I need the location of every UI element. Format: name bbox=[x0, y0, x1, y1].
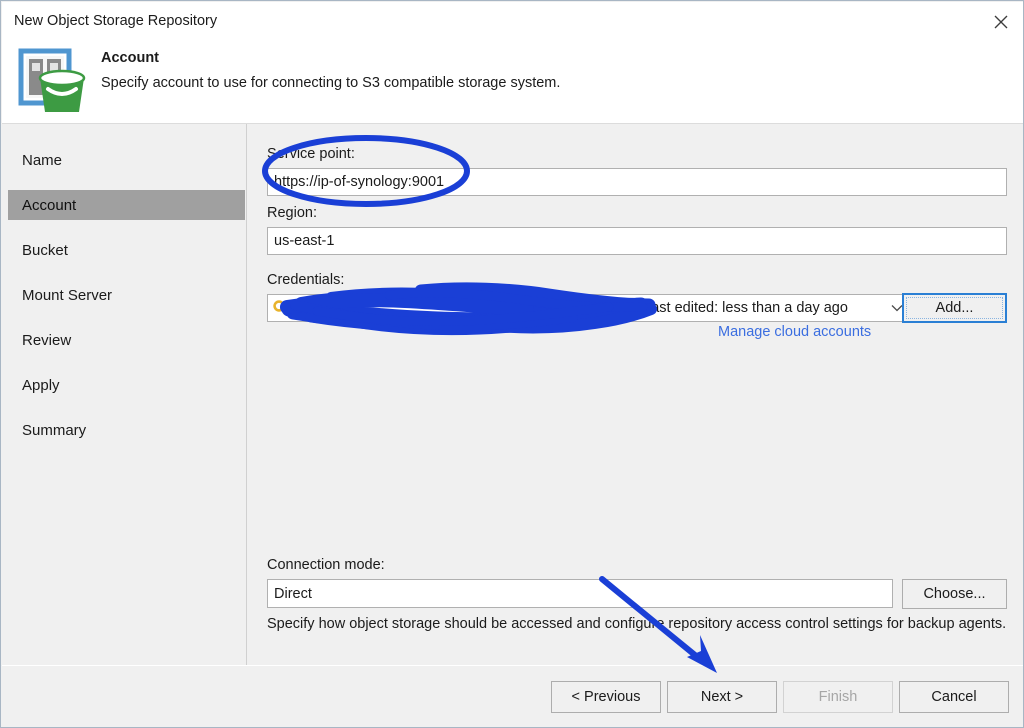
add-credentials-label: Add... bbox=[936, 300, 974, 316]
window-title: New Object Storage Repository bbox=[14, 13, 217, 29]
connection-mode-field[interactable]: Direct bbox=[267, 579, 893, 608]
sidebar-item-label: Mount Server bbox=[22, 287, 112, 304]
sidebar-item-label: Account bbox=[22, 197, 76, 214]
next-button-label: Next > bbox=[701, 689, 743, 705]
connection-mode-label: Connection mode: bbox=[267, 557, 385, 573]
sidebar-item-name[interactable]: Name bbox=[8, 145, 245, 175]
choose-button-label: Choose... bbox=[923, 586, 985, 602]
cancel-button[interactable]: Cancel bbox=[899, 681, 1009, 713]
add-credentials-button[interactable]: Add... bbox=[902, 293, 1007, 323]
account-form: Service point: https://ip-of-synology:90… bbox=[248, 124, 1024, 665]
dialog-footer: < Previous Next > Finish Cancel bbox=[2, 665, 1024, 728]
dialog-body: Name Account Bucket Mount Server Review … bbox=[2, 123, 1024, 664]
sidebar-item-review[interactable]: Review bbox=[8, 325, 245, 355]
page-subtitle: Specify account to use for connecting to… bbox=[101, 75, 560, 91]
connection-mode-help-line1: Specify how object storage should be acc… bbox=[267, 616, 904, 632]
object-storage-bucket-icon bbox=[12, 45, 88, 117]
sidebar-item-account[interactable]: Account bbox=[8, 190, 245, 220]
region-label: Region: bbox=[267, 205, 317, 221]
close-icon bbox=[994, 15, 1008, 29]
region-field[interactable]: us-east-1 bbox=[267, 227, 1007, 255]
finish-button-label: Finish bbox=[819, 689, 858, 705]
page-title: Account bbox=[101, 50, 159, 66]
choose-connection-mode-button[interactable]: Choose... bbox=[902, 579, 1007, 609]
sidebar-item-summary[interactable]: Summary bbox=[8, 415, 245, 445]
connection-mode-help-line2: backup agents. bbox=[908, 616, 1006, 632]
wizard-steps-sidebar: Name Account Bucket Mount Server Review … bbox=[2, 124, 247, 665]
sidebar-item-label: Name bbox=[22, 152, 62, 169]
sidebar-item-mount-server[interactable]: Mount Server bbox=[8, 280, 245, 310]
next-button[interactable]: Next > bbox=[667, 681, 777, 713]
sidebar-item-label: Bucket bbox=[22, 242, 68, 259]
cancel-button-label: Cancel bbox=[931, 689, 976, 705]
sidebar-item-label: Apply bbox=[22, 377, 60, 394]
title-bar: New Object Storage Repository bbox=[2, 2, 1024, 42]
sidebar-item-bucket[interactable]: Bucket bbox=[8, 235, 245, 265]
service-point-label: Service point: bbox=[267, 146, 355, 162]
dialog-header: Account Specify account to use for conne… bbox=[2, 42, 1024, 123]
credentials-combobox[interactable]: last edited: less than a day ago bbox=[267, 294, 910, 322]
sidebar-item-label: Review bbox=[22, 332, 71, 349]
previous-button-label: < Previous bbox=[572, 689, 641, 705]
close-button[interactable] bbox=[978, 2, 1024, 41]
sidebar-item-label: Summary bbox=[22, 422, 86, 439]
connection-mode-help: Specify how object storage should be acc… bbox=[267, 614, 1007, 635]
previous-button[interactable]: < Previous bbox=[551, 681, 661, 713]
finish-button: Finish bbox=[783, 681, 893, 713]
credentials-last-edited: last edited: less than a day ago bbox=[648, 300, 848, 316]
sidebar-item-apply[interactable]: Apply bbox=[8, 370, 245, 400]
service-point-field[interactable]: https://ip-of-synology:9001 bbox=[267, 168, 1007, 196]
key-icon bbox=[273, 299, 293, 319]
manage-cloud-accounts-link[interactable]: Manage cloud accounts bbox=[718, 324, 871, 340]
credentials-label: Credentials: bbox=[267, 272, 344, 288]
new-object-storage-repository-dialog: New Object Storage Repository Account Sp… bbox=[0, 0, 1024, 728]
